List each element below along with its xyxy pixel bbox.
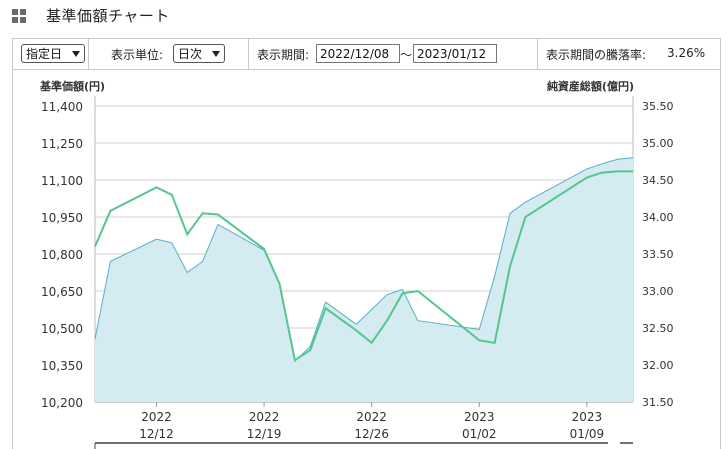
- left-tick-label: 10,350: [41, 359, 83, 373]
- left-tick-label: 11,100: [41, 174, 83, 188]
- right-tick-label: 35.50: [642, 100, 674, 113]
- aum-area: [95, 157, 633, 402]
- left-tick-label: 10,200: [41, 396, 83, 410]
- nav-chart: 基準価額(円) 純資産総額(億円) 11,400 35.50 11,250 35.00…: [39, 79, 674, 449]
- left-tick-label: 11,250: [41, 137, 83, 151]
- left-tick-label: 10,950: [41, 211, 83, 225]
- left-tick-label: 10,800: [41, 248, 83, 262]
- left-tick-label: 11,400: [41, 100, 83, 114]
- x-tick-year: 2022: [356, 410, 387, 424]
- left-axis-label: 基準価額(円): [39, 79, 105, 93]
- right-tick-label: 31.50: [642, 396, 674, 409]
- right-tick-label: 35.00: [642, 137, 674, 150]
- right-tick-label: 34.50: [642, 174, 674, 187]
- x-tick-date: 12/19: [247, 427, 282, 441]
- x-tick-year: 2022: [249, 410, 280, 424]
- left-tick-label: 10,650: [41, 285, 83, 299]
- x-tick-year: 2022: [141, 410, 172, 424]
- right-tick-label: 34.00: [642, 211, 674, 224]
- x-tick-date: 12/26: [354, 427, 389, 441]
- right-tick-label: 33.00: [642, 285, 674, 298]
- right-tick-label: 32.50: [642, 322, 674, 335]
- x-tick-date: 01/02: [462, 427, 497, 441]
- right-tick-label: 32.00: [642, 359, 674, 372]
- x-tick-year: 2023: [572, 410, 603, 424]
- x-tick-year: 2023: [464, 410, 495, 424]
- right-tick-label: 33.50: [642, 248, 674, 261]
- left-tick-label: 10,500: [41, 322, 83, 336]
- x-tick-date: 12/12: [139, 427, 174, 441]
- x-tick-date: 01/09: [570, 427, 605, 441]
- right-axis-label: 純資産総額(億円): [547, 79, 634, 93]
